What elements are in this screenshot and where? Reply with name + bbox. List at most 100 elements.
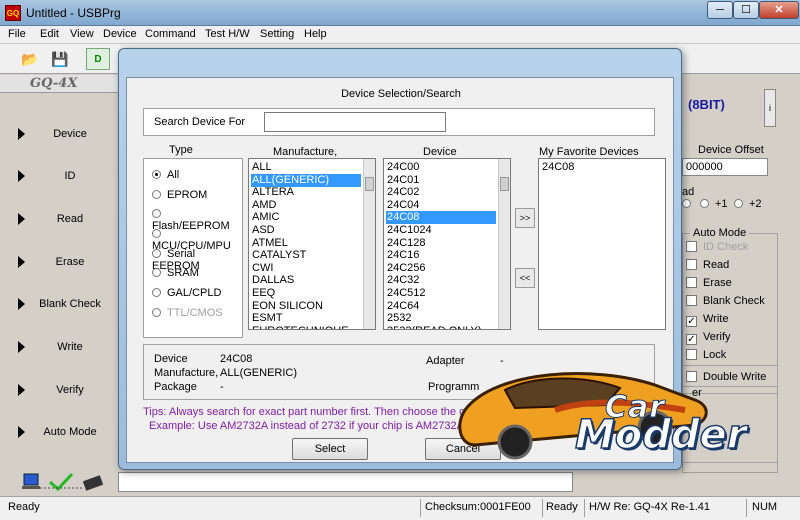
- blank-check-checkbox[interactable]: Blank Check: [686, 295, 765, 307]
- close-button[interactable]: ✕: [759, 1, 799, 19]
- tips-text: Tips: Always search for exact part numbe…: [143, 406, 491, 418]
- device-list-item[interactable]: 24C01: [386, 174, 496, 187]
- menu-edit[interactable]: Edit: [40, 28, 59, 40]
- verify-checkbox[interactable]: ✓ Verify: [686, 331, 731, 345]
- manufacturer-list-item[interactable]: ASD: [251, 224, 361, 237]
- side-read-button[interactable]: Read: [0, 199, 118, 241]
- side-write-button[interactable]: Write: [0, 327, 118, 369]
- manufacturer-list-item[interactable]: EEQ: [251, 287, 361, 300]
- manufacturer-list-item[interactable]: CWI: [251, 262, 361, 275]
- speed-radio-plus1[interactable]: +1: [700, 198, 728, 210]
- side-erase-button[interactable]: Erase: [0, 242, 118, 284]
- id-check-checkbox[interactable]: ID Check: [686, 241, 748, 253]
- command-input[interactable]: [118, 472, 573, 492]
- manufacturer-list-item[interactable]: AMIC: [251, 211, 361, 224]
- add-favorite-button[interactable]: >>: [515, 208, 535, 228]
- favorites-header: My Favorite Devices: [539, 146, 639, 158]
- manufacturer-list-item[interactable]: ESMT: [251, 312, 361, 325]
- status-ready: Ready: [8, 501, 40, 513]
- favorites-list[interactable]: 24C08: [538, 158, 666, 330]
- menu-file[interactable]: File: [8, 28, 26, 40]
- search-input[interactable]: [264, 112, 446, 132]
- info-device-value: 24C08: [220, 353, 253, 365]
- status-bar: Ready Checksum:0001FE00 Ready H/W Re: GQ…: [0, 496, 800, 520]
- manufacturer-list-item[interactable]: ALL: [251, 161, 361, 174]
- type-header: Type: [169, 144, 193, 156]
- menu-help[interactable]: Help: [304, 28, 327, 40]
- type-radio-ttl-cmos[interactable]: TTL/CMOS: [152, 307, 223, 319]
- search-group: Search Device For: [143, 108, 655, 136]
- triangle-right-icon: [18, 384, 25, 396]
- side-verify-button[interactable]: Verify: [0, 370, 118, 412]
- side-auto-mode-button[interactable]: Auto Mode: [0, 412, 118, 454]
- read-checkbox[interactable]: Read: [686, 259, 729, 271]
- manufacturer-list-item[interactable]: DALLAS: [251, 274, 361, 287]
- scroll-thumb[interactable]: [365, 177, 374, 191]
- manufacturer-list-item[interactable]: ATMEL: [251, 237, 361, 250]
- device-list-item[interactable]: 2532: [386, 312, 496, 325]
- status-state: Ready: [546, 501, 578, 513]
- manufacturer-list-item[interactable]: ALL(GENERIC): [251, 173, 361, 187]
- side-blank-check-button[interactable]: Blank Check: [0, 284, 118, 326]
- minimize-button[interactable]: ─: [707, 1, 733, 19]
- device-list-item[interactable]: 24C1024: [386, 224, 496, 237]
- triangle-right-icon: [18, 298, 25, 310]
- manufacturer-list-item[interactable]: ALTERA: [251, 186, 361, 199]
- device-list-item[interactable]: 24C16: [386, 249, 496, 262]
- manufacturer-list-item[interactable]: AMD: [251, 199, 361, 212]
- device-list-item[interactable]: 24C512: [386, 287, 496, 300]
- window-title: Untitled - USBPrg: [26, 6, 121, 20]
- triangle-right-icon: [18, 256, 25, 268]
- logo-strip: GQ-4X: [0, 75, 118, 93]
- manufacturer-list-item[interactable]: EON SILICON: [251, 300, 361, 313]
- maximize-button[interactable]: ☐: [733, 1, 759, 19]
- speed-radio-0[interactable]: [682, 198, 697, 210]
- scroll-thumb[interactable]: [500, 177, 509, 191]
- device-list-item[interactable]: 2532(READ ONLY): [386, 325, 496, 329]
- menu-command[interactable]: Command: [145, 28, 196, 40]
- remove-favorite-button[interactable]: <<: [515, 268, 535, 288]
- device-list-item[interactable]: 24C128: [386, 237, 496, 250]
- manufacturer-list-item[interactable]: CATALYST: [251, 249, 361, 262]
- device-list-item[interactable]: 24C256: [386, 262, 496, 275]
- connection-status: [22, 470, 112, 494]
- side-id-button[interactable]: ID: [0, 156, 118, 198]
- select-button[interactable]: Select: [292, 438, 368, 460]
- manufacturer-list-item[interactable]: EUROTECHNIQUE: [251, 325, 361, 329]
- device-list-item[interactable]: 24C00: [386, 161, 496, 174]
- save-icon[interactable]: 💾: [48, 48, 72, 70]
- device-list-item[interactable]: 24C04: [386, 199, 496, 212]
- type-radio-all[interactable]: All: [152, 169, 179, 181]
- menu-setting[interactable]: Setting: [260, 28, 294, 40]
- favorite-list-item[interactable]: 24C08: [541, 161, 651, 174]
- bit-width-label: (8BIT): [688, 97, 725, 112]
- dialog-title: Device Selection/Search: [341, 88, 461, 100]
- device-list-item[interactable]: 24C02: [386, 186, 496, 199]
- device-list-item[interactable]: 24C32: [386, 274, 496, 287]
- gq-logo: GQ-4X: [30, 76, 78, 91]
- device-offset-input[interactable]: 000000: [682, 158, 768, 176]
- info-device-label: Device: [154, 353, 188, 365]
- manufacturer-scrollbar[interactable]: [363, 159, 375, 329]
- type-radio-eprom[interactable]: EPROM: [152, 189, 207, 201]
- speed-radio-plus2[interactable]: +2: [734, 198, 762, 210]
- manufacturer-list[interactable]: ALL ALL(GENERIC) ALTERA AMD AMIC ASD ATMEL CATA…: [248, 158, 376, 330]
- type-radio-sram[interactable]: SRAM: [152, 267, 199, 279]
- type-radio-gal-cpld[interactable]: GAL/CPLD: [152, 287, 221, 299]
- device-chip-icon[interactable]: D: [86, 48, 110, 70]
- menu-device[interactable]: Device: [103, 28, 137, 40]
- device-list[interactable]: 24C00 24C01 24C02 24C04 24C08 24C1024 24C128 24…: [383, 158, 511, 330]
- side-device-button[interactable]: Device: [0, 114, 118, 156]
- device-scrollbar[interactable]: [498, 159, 510, 329]
- erase-checkbox[interactable]: Erase: [686, 277, 732, 289]
- auto-mode-title: Auto Mode: [690, 227, 750, 239]
- device-list-item[interactable]: 24C64: [386, 300, 496, 313]
- triangle-right-icon: [18, 128, 25, 140]
- menu-view[interactable]: View: [70, 28, 94, 40]
- device-list-item[interactable]: 24C08: [386, 211, 496, 225]
- info-button[interactable]: i: [764, 89, 776, 127]
- write-checkbox[interactable]: ✓ Write: [686, 313, 728, 327]
- search-label: Search Device For: [154, 116, 246, 128]
- open-icon[interactable]: 📂: [18, 48, 42, 70]
- menu-test-hw[interactable]: Test H/W: [205, 28, 250, 40]
